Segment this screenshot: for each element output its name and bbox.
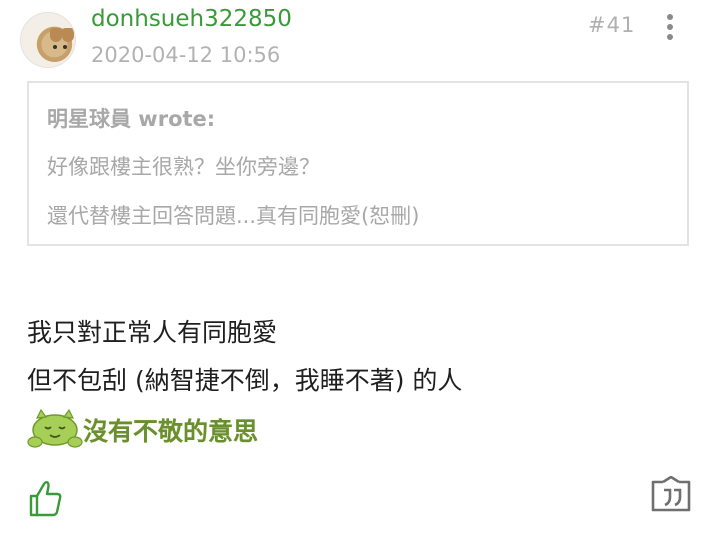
post-body-line: 但不包刮 (納智捷不倒，我睡不著) 的人	[27, 366, 463, 395]
quote-line: 好像跟樓主很熟？坐你旁邊？	[47, 155, 320, 179]
avatar[interactable]	[20, 12, 76, 68]
avatar-ear-right	[62, 28, 74, 42]
smiley-sticker-icon	[27, 408, 83, 448]
more-vertical-icon-dot	[667, 24, 673, 30]
quote-reply-button[interactable]	[650, 475, 692, 516]
quote-line: 還代替樓主回答問題...真有同胞愛(恕刪)	[47, 204, 420, 228]
thumbs-up-icon	[29, 481, 62, 517]
avatar-tag	[27, 23, 35, 49]
quote-block: 明星球員 wrote: 好像跟樓主很熟？坐你旁邊？ 還代替樓主回答問題...真有…	[27, 81, 689, 246]
more-options-button[interactable]	[660, 12, 680, 42]
more-vertical-icon-dot	[667, 34, 673, 40]
sticker-text: 沒有不敬的意思	[83, 417, 259, 446]
more-vertical-icon	[667, 14, 673, 20]
username[interactable]: donhsueh322850	[91, 6, 292, 32]
avatar-ear-left	[50, 28, 62, 42]
like-button[interactable]	[27, 478, 65, 518]
avatar-eye	[53, 45, 57, 49]
post-timestamp: 2020-04-12 10:56	[91, 43, 281, 67]
sticker: 沒有不敬的意思	[27, 408, 285, 450]
quote-author: 明星球員 wrote:	[47, 107, 216, 131]
post-body-line: 我只對正常人有同胞愛	[27, 318, 278, 347]
avatar-eye	[63, 45, 67, 49]
quote-reply-icon	[651, 475, 691, 512]
floor-number: #41	[588, 13, 636, 37]
